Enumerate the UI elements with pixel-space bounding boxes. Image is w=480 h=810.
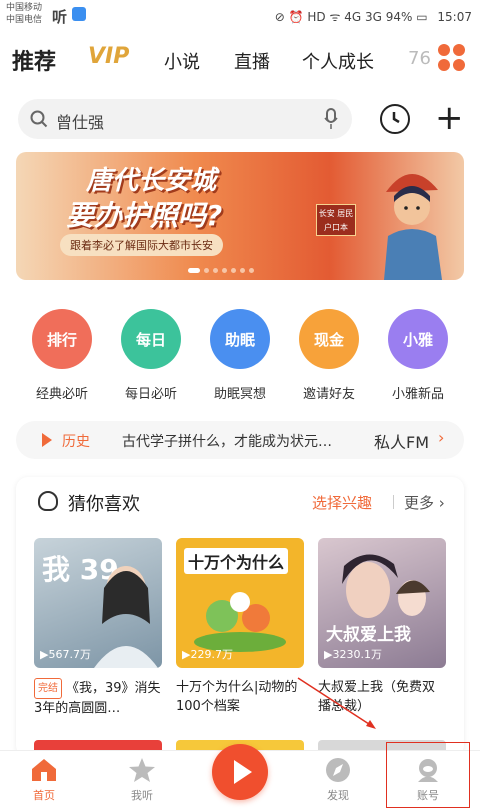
- album-title-text: 十万个为什么|动物的100个档案: [176, 680, 298, 714]
- cover-title: 十万个为什么: [184, 548, 289, 574]
- status-indicators: ⊘ ⏰ HD ᯤ 4G 3G 94% ▭ 15:07: [275, 8, 472, 25]
- add-icon[interactable]: +: [435, 101, 464, 135]
- album-cover: 大叔爱上我 ▶3230.1万: [318, 538, 446, 668]
- category-xiaoya[interactable]: 小雅 小雅新品: [378, 309, 458, 402]
- album-title: 十万个为什么|动物的100个档案: [176, 678, 304, 716]
- top-nav: 推荐 VIP 小说 直播 个人成长 76: [0, 38, 480, 82]
- search-icon: [30, 110, 48, 128]
- tab-overflow[interactable]: 76: [408, 48, 431, 69]
- album-title-text: 大叔爱上我（免费双播总裁）: [318, 680, 436, 714]
- microphone-icon[interactable]: [324, 108, 338, 130]
- notification-app-icon: 听: [52, 8, 68, 26]
- cover-title: 大叔爱上我: [326, 625, 411, 645]
- divider: [393, 495, 394, 509]
- category-label: 每日必听: [124, 387, 177, 402]
- play-count: ▶567.7万: [40, 648, 91, 661]
- carrier-2: 中国电信: [6, 15, 43, 25]
- ranking-icon: 排行: [32, 309, 92, 369]
- daily-icon: 每日: [121, 309, 181, 369]
- banner-pagination: [186, 258, 256, 273]
- carrier-1: 中国移动: [6, 3, 43, 13]
- category-label: 经典必听: [35, 387, 88, 402]
- notification-shield-icon: [72, 7, 86, 21]
- tab-recommend[interactable]: 推荐: [12, 44, 56, 76]
- carrier-labels: 中国移动 中国电信: [6, 2, 42, 26]
- play-icon: [234, 760, 252, 784]
- section-title: 猜你喜欢: [68, 494, 140, 515]
- player-button[interactable]: [212, 744, 268, 800]
- cover-portrait: [94, 566, 158, 668]
- tab-novel[interactable]: 小说: [164, 48, 200, 74]
- private-fm-link[interactable]: 私人FM: [374, 429, 429, 453]
- finished-badge: 完结: [34, 678, 62, 699]
- recommend-section: 猜你喜欢 选择兴趣 更多 › 我 39 ▶567.7万 完结 《我，39》消失3年…: [16, 477, 464, 757]
- banner-subtitle: 跟着李必了解国际大都市长安: [60, 234, 223, 256]
- chevron-right-icon: ›: [438, 428, 445, 447]
- compass-icon: [326, 758, 350, 782]
- banner-sign: 长安 居民户口本: [316, 204, 356, 236]
- category-sleep[interactable]: 助眠 助眠冥想: [200, 309, 280, 402]
- category-label: 助眠冥想: [213, 387, 266, 402]
- album-card[interactable]: 十万个为什么 ▶229.7万 十万个为什么|动物的100个档案: [176, 538, 304, 716]
- history-clock-icon[interactable]: [380, 104, 410, 134]
- album-card[interactable]: 大叔爱上我 ▶3230.1万 大叔爱上我（免费双播总裁）: [318, 538, 446, 716]
- search-input[interactable]: 曾仕强: [56, 109, 104, 133]
- home-icon: [32, 759, 56, 781]
- annotation-highlight-box: [386, 742, 470, 808]
- tab-label: 发现: [327, 789, 349, 802]
- history-track-title[interactable]: 古代学子拼什么，才能成为状元…: [122, 431, 332, 451]
- album-card[interactable]: 我 39 ▶567.7万 完结 《我，39》消失3年的高圆圆…: [34, 538, 162, 716]
- status-time: 15:07: [437, 10, 472, 24]
- album-cover: 我 39 ▶567.7万: [34, 538, 162, 668]
- category-ranking[interactable]: 排行 经典必听: [22, 309, 102, 402]
- star-icon: [129, 758, 155, 782]
- cover-animals: [194, 592, 286, 652]
- more-button[interactable]: 更多 ›: [404, 492, 445, 513]
- tab-live[interactable]: 直播: [234, 48, 270, 74]
- banner-title-line1: 唐代长安城: [86, 166, 217, 196]
- banner-illustration: [384, 173, 442, 280]
- search-bar[interactable]: 曾仕强: [18, 99, 352, 139]
- play-count: ▶229.7万: [182, 648, 233, 661]
- category-invite[interactable]: 现金 邀请好友: [289, 309, 369, 402]
- tab-listen[interactable]: 我听: [112, 757, 172, 803]
- tab-personal-growth[interactable]: 个人成长: [302, 48, 374, 74]
- tab-vip[interactable]: VIP: [88, 44, 129, 69]
- choose-interests-button[interactable]: 选择兴趣: [312, 492, 372, 513]
- sleep-icon: 助眠: [210, 309, 270, 369]
- banner-title-line2: 要办护照吗?: [66, 199, 223, 232]
- user-icon: [38, 491, 58, 511]
- play-count: ▶3230.1万: [324, 648, 382, 661]
- play-history-icon[interactable]: [42, 433, 52, 447]
- status-icons: ⊘ ⏰ HD ᯤ 4G 3G 94% ▭: [274, 10, 428, 24]
- history-bar[interactable]: 历史 古代学子拼什么，才能成为状元… 私人FM ›: [16, 421, 464, 459]
- category-daily[interactable]: 每日 每日必听: [111, 309, 191, 402]
- category-label: 小雅新品: [391, 387, 444, 402]
- cash-icon: 现金: [299, 309, 359, 369]
- tab-home[interactable]: 首页: [14, 757, 74, 803]
- album-cover: 十万个为什么 ▶229.7万: [176, 538, 304, 668]
- album-title: 大叔爱上我（免费双播总裁）: [318, 678, 446, 716]
- album-title: 完结 《我，39》消失3年的高圆圆…: [34, 678, 162, 716]
- tab-discover[interactable]: 发现: [308, 757, 368, 803]
- tab-label: 我听: [131, 789, 153, 802]
- tab-label: 首页: [33, 789, 55, 802]
- category-label: 邀请好友: [302, 387, 355, 402]
- status-bar: 中国移动 中国电信 听 ⊘ ⏰ HD ᯤ 4G 3G 94% ▭ 15:07: [0, 0, 480, 30]
- xiaoya-icon: 小雅: [388, 309, 448, 369]
- category-grid-icon[interactable]: [438, 44, 466, 72]
- history-label: 历史: [62, 434, 90, 450]
